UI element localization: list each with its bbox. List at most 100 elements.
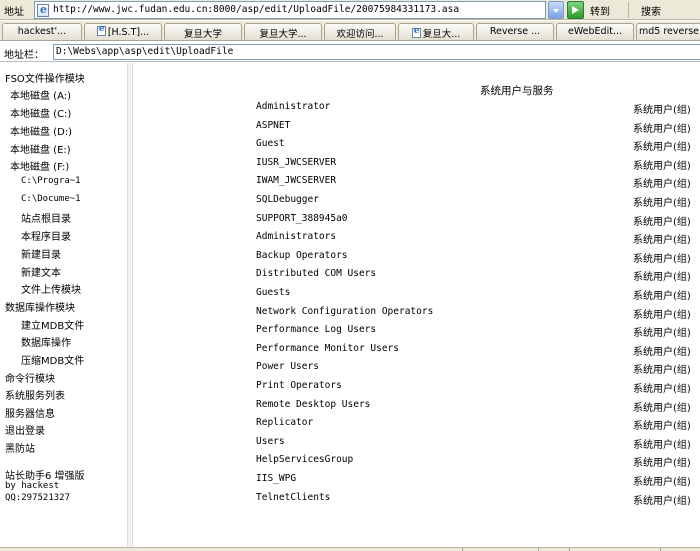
tab-hst[interactable]: [H.S.T]...: [84, 23, 162, 40]
user-type: 系统用户(组): [633, 123, 691, 135]
user-type: 系统用户(组): [633, 272, 691, 284]
sidebar-item-heifang[interactable]: 黑防站: [5, 440, 35, 455]
user-name: IIS_WPG: [256, 473, 297, 484]
url-input[interactable]: http://www.jwc.fudan.edu.cn:8000/asp/edi…: [34, 1, 546, 19]
user-row: Performance Log Users 系统用户(组): [133, 324, 700, 341]
user-type: 系统用户(组): [633, 179, 691, 191]
tab-reverse[interactable]: Reverse ...: [476, 23, 554, 40]
sidebar-item-db-operate[interactable]: 数据库操作: [21, 334, 71, 349]
user-type: 系统用户(组): [633, 309, 691, 321]
user-name: Distributed COM Users: [256, 268, 377, 280]
sidebar-item-documents[interactable]: C:\Docume~1: [21, 194, 81, 204]
user-name: Network Configuration Operators: [256, 305, 434, 317]
sidebar-item-create-mdb[interactable]: 建立MDB文件: [21, 317, 84, 332]
tab-label: md5 reverse: [638, 26, 700, 37]
sidebar-item-program-files[interactable]: C:\Progra~1: [21, 176, 81, 186]
user-name: Replicator: [256, 417, 314, 429]
sidebar: FSO文件操作模块 本地磁盘 (A:) 本地磁盘 (C:) 本地磁盘 (D:) …: [0, 63, 127, 551]
sidebar-item-cmd-module[interactable]: 命令行模块: [5, 370, 55, 385]
app-title: 站长助手6 增强版: [5, 471, 85, 482]
url-dropdown-icon[interactable]: [548, 1, 564, 19]
user-type: 系统用户(组): [633, 346, 691, 358]
user-name: Guest: [256, 138, 285, 150]
tab-label: Reverse ...: [489, 26, 541, 37]
sidebar-item-program-dir[interactable]: 本程序目录: [21, 228, 71, 243]
sidebar-item-disk-f[interactable]: 本地磁盘 (F:): [10, 158, 69, 173]
user-type: 系统用户(组): [633, 216, 691, 228]
tab-hackest[interactable]: hackest'...: [2, 23, 82, 40]
user-name: Print Operators: [256, 380, 342, 391]
status-bar: [0, 547, 700, 551]
user-row: Users 系统用户(组): [133, 436, 700, 453]
sidebar-item-logout[interactable]: 退出登录: [5, 422, 45, 437]
sidebar-item-fso-module[interactable]: FSO文件操作模块: [5, 70, 85, 85]
user-row: Print Operators 系统用户(组): [133, 380, 700, 397]
user-type: 系统用户(组): [633, 253, 691, 265]
user-name: Guests: [256, 287, 291, 298]
sidebar-item-disk-c[interactable]: 本地磁盘 (C:): [10, 105, 71, 120]
go-arrow-icon[interactable]: [567, 1, 584, 19]
sidebar-item-compress-mdb[interactable]: 压缩MDB文件: [21, 352, 84, 367]
user-name: Backup Operators: [256, 249, 348, 261]
user-row: Guest 系统用户(组): [133, 138, 700, 155]
user-name: SUPPORT_388945a0: [256, 212, 348, 224]
user-name: Users: [256, 435, 285, 447]
user-row: Distributed COM Users 系统用户(组): [133, 268, 700, 285]
page-icon: [411, 26, 421, 38]
sidebar-item-new-text[interactable]: 新建文本: [21, 264, 61, 279]
user-type: 系统用户(组): [633, 291, 691, 302]
url-text[interactable]: http://www.jwc.fudan.edu.cn:8000/asp/edi…: [53, 4, 459, 15]
sidebar-item-server-info[interactable]: 服务器信息: [5, 405, 55, 420]
sidebar-item-disk-a[interactable]: 本地磁盘 (A:): [10, 87, 71, 102]
page-icon: [37, 3, 49, 17]
page-icon: [96, 24, 106, 36]
sidebar-item-service-list[interactable]: 系统服务列表: [5, 387, 65, 402]
tab-fudan-2[interactable]: 复旦大学...: [244, 23, 322, 40]
user-type: 系统用户(组): [633, 402, 691, 414]
sidebar-item-site-root[interactable]: 站点根目录: [21, 210, 71, 225]
tab-label: 欢迎访问...: [336, 29, 384, 40]
user-type: 系统用户(组): [633, 458, 691, 470]
user-row: IUSR_JWCSERVER 系统用户(组): [133, 157, 700, 174]
user-type: 系统用户(组): [633, 328, 691, 340]
sidebar-item-upload-module[interactable]: 文件上传模块: [21, 281, 81, 296]
user-name: HelpServicesGroup: [256, 454, 354, 466]
user-type: 系统用户(组): [633, 365, 691, 377]
sidebar-item-disk-d[interactable]: 本地磁盘 (D:): [10, 123, 72, 138]
sidebar-item-new-folder[interactable]: 新建目录: [21, 246, 61, 261]
tab-md5-reverse[interactable]: md5 reverse: [636, 23, 700, 40]
tab-label: 复旦大学...: [259, 29, 307, 40]
tab-label: hackest'...: [17, 26, 67, 37]
toolbar-divider: [628, 2, 629, 18]
sidebar-item-db-module[interactable]: 数据库操作模块: [5, 299, 75, 314]
user-row: Backup Operators 系统用户(组): [133, 250, 700, 267]
user-row: IWAM_JWCSERVER 系统用户(组): [133, 175, 700, 192]
tab-fudan-3[interactable]: 复旦大...: [398, 23, 474, 40]
search-button[interactable]: 搜索: [634, 0, 700, 20]
tab-welcome[interactable]: 欢迎访问...: [324, 23, 396, 40]
user-type: 系统用户(组): [633, 105, 691, 116]
user-name: Power Users: [256, 361, 319, 373]
tab-fudan-1[interactable]: 复旦大学: [164, 23, 242, 40]
user-row: Performance Monitor Users 系统用户(组): [133, 343, 700, 360]
user-row: Administrators 系统用户(组): [133, 231, 700, 248]
tab-label: 复旦大学: [183, 29, 222, 40]
path-bar: 地址栏： D:\Webs\app\asp\edit\UploadFile: [0, 42, 700, 62]
go-button[interactable]: 转到: [590, 3, 610, 18]
user-row: TelnetClients 系统用户(组): [133, 492, 700, 509]
user-row: Administrator 系统用户(组): [133, 101, 700, 118]
user-row: Guests 系统用户(组): [133, 287, 700, 304]
tab-ewebeditor[interactable]: eWebEdit...: [556, 23, 634, 40]
main-panel: 系统用户与服务 Administrator 系统用户(组) ASPNET 系统用户(组…: [133, 63, 700, 547]
user-name: Administrators: [256, 231, 337, 243]
user-name: IUSR_JWCSERVER: [256, 156, 337, 168]
user-name: Remote Desktop Users: [256, 398, 371, 410]
sidebar-item-disk-e[interactable]: 本地磁盘 (E:): [10, 141, 71, 156]
tab-label: 复旦大...: [422, 29, 461, 40]
user-name: IWAM_JWCSERVER: [256, 175, 337, 187]
user-type: 系统用户(组): [633, 384, 691, 395]
user-type: 系统用户(组): [633, 477, 691, 488]
user-type: 系统用户(组): [633, 495, 691, 507]
path-input[interactable]: D:\Webs\app\asp\edit\UploadFile: [53, 44, 700, 60]
page-title: 系统用户与服务: [480, 85, 554, 97]
